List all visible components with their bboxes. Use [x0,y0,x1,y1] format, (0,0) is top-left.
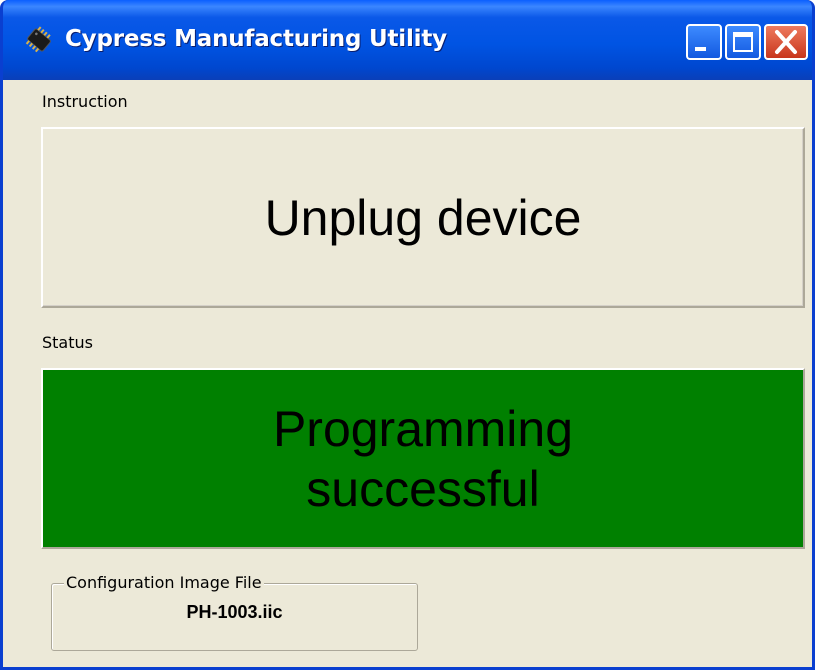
window-title: Cypress Manufacturing Utility [65,26,447,52]
close-icon [775,30,797,54]
instruction-text: Unplug device [264,189,582,246]
instruction-panel: Unplug device [41,127,805,308]
instruction-label: Instruction [42,92,128,111]
maximize-button[interactable] [725,24,761,60]
status-label: Status [42,333,93,352]
status-text: Programming successful [272,400,574,517]
client-area: Instruction Unplug device Status Program… [3,80,812,667]
status-panel: Programming successful [41,368,805,549]
close-button[interactable] [764,24,808,60]
maximize-icon [733,32,753,52]
title-bar[interactable]: Cypress Manufacturing Utility [3,0,812,80]
minimize-button[interactable] [686,24,722,60]
app-window: Cypress Manufacturing Utility Instructio… [0,0,815,670]
minimize-icon [695,47,706,51]
configuration-label: Configuration Image File [64,573,264,592]
chip-icon [25,26,51,53]
configuration-groupbox: Configuration Image File PH-1003.iic [51,573,418,651]
configuration-file-value: PH-1003.iic [186,602,283,622]
